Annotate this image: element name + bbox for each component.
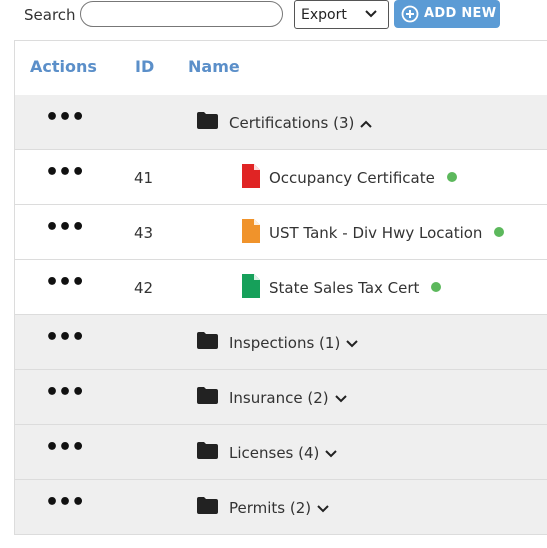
plus-circle-icon [401,5,419,23]
chevron-down-icon [365,10,377,18]
search-input[interactable] [80,1,283,27]
group-row-licenses[interactable]: ••• Licenses (4) [15,425,547,480]
group-row-permits[interactable]: ••• Permits (2) [15,480,547,535]
actions-menu-button[interactable]: ••• [45,272,85,294]
document-name-link[interactable]: UST Tank - Div Hwy Location [269,224,505,242]
group-label-text: Licenses (4) [229,444,320,462]
group-label[interactable]: Inspections (1) [229,334,359,352]
add-new-label: ADD NEW [424,6,497,21]
folder-icon [197,497,218,514]
id-cell: 42 [134,279,154,297]
group-label-text: Permits (2) [229,499,312,517]
group-label-text: Certifications (3) [229,114,355,132]
document-name-link[interactable]: State Sales Tax Cert [269,279,442,297]
table-row[interactable]: ••• 43 UST Tank - Div Hwy Location [15,205,547,260]
chevron-down-icon [317,504,329,512]
chevron-down-icon [325,449,338,457]
file-icon [242,219,260,243]
group-label-text: Insurance (2) [229,389,329,407]
group-label-text: Inspections (1) [229,334,341,352]
chevron-down-icon [346,339,359,347]
id-cell: 43 [134,224,154,242]
file-icon [242,164,260,188]
actions-menu-button[interactable]: ••• [45,327,85,349]
status-dot [446,172,457,182]
group-row-certifications[interactable]: ••• Certifications (3) [15,95,547,150]
toolbar: Search Export ADD NEW [0,0,547,32]
actions-menu-button[interactable]: ••• [45,217,85,239]
folder-icon [197,332,218,349]
header-name[interactable]: Name [188,57,240,76]
actions-menu-button[interactable]: ••• [45,382,85,404]
document-name-link[interactable]: Occupancy Certificate [269,169,457,187]
folder-icon [197,442,218,459]
header-id[interactable]: ID [135,57,154,76]
table-header: Actions ID Name [15,41,547,96]
folder-icon [197,112,218,129]
group-label[interactable]: Licenses (4) [229,444,338,462]
chevron-up-icon [360,120,373,128]
group-row-inspections[interactable]: ••• Inspections (1) [15,315,547,370]
document-name: Occupancy Certificate [269,169,435,187]
status-dot [431,282,442,292]
actions-menu-button[interactable]: ••• [45,162,85,184]
group-label[interactable]: Insurance (2) [229,389,347,407]
group-row-insurance[interactable]: ••• Insurance (2) [15,370,547,425]
folder-icon [197,387,218,404]
document-name: State Sales Tax Cert [269,279,420,297]
actions-menu-button[interactable]: ••• [45,492,85,514]
status-dot [494,227,505,237]
table-row[interactable]: ••• 42 State Sales Tax Cert [15,260,547,315]
document-name: UST Tank - Div Hwy Location [269,224,483,242]
actions-menu-button[interactable]: ••• [45,107,85,129]
add-new-button[interactable]: ADD NEW [394,0,500,28]
search-label: Search [24,6,76,24]
documents-table: Actions ID Name ••• Certifications (3) •… [14,40,547,535]
export-select[interactable]: Export [294,0,389,29]
header-actions[interactable]: Actions [30,57,97,76]
actions-menu-button[interactable]: ••• [45,437,85,459]
export-select-value: Export [301,7,347,23]
group-label[interactable]: Permits (2) [229,499,329,517]
file-icon [242,274,260,298]
id-cell: 41 [134,169,154,187]
group-label[interactable]: Certifications (3) [229,114,373,132]
chevron-down-icon [334,394,347,402]
table-row[interactable]: ••• 41 Occupancy Certificate [15,150,547,205]
